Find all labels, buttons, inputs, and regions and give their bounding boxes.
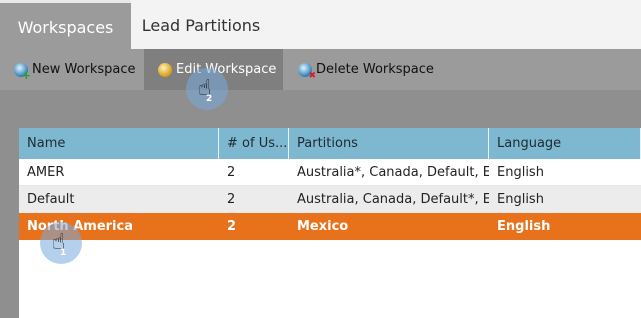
- cell-name: Default: [27, 192, 75, 207]
- click-callout-step-2: ☝ 2: [186, 68, 228, 110]
- cell-name: AMER: [27, 165, 65, 180]
- new-workspace-label: New Workspace: [32, 62, 136, 77]
- new-workspace-button[interactable]: New Workspace: [14, 49, 136, 90]
- column-header-users[interactable]: # of Us...: [219, 128, 289, 159]
- edit-globe-icon: [158, 62, 172, 77]
- table-row[interactable]: AMER 2 Australia*, Canada, Default, E...…: [19, 159, 641, 186]
- grid-header: Name # of Us... Partitions Language: [19, 128, 641, 159]
- cell-language: English: [497, 192, 544, 207]
- click-callout-step-1: ☝ 1: [40, 222, 82, 264]
- cell-partitions: Australia, Canada, Default*, E...: [297, 192, 489, 207]
- delete-workspace-label: Delete Workspace: [316, 62, 434, 77]
- tab-lead-partitions[interactable]: Lead Partitions: [131, 0, 271, 49]
- step-number: 2: [206, 94, 213, 104]
- cell-language: English: [497, 219, 551, 234]
- delete-workspace-button[interactable]: Delete Workspace: [298, 49, 434, 90]
- step-number: 1: [60, 248, 67, 258]
- add-globe-icon: [14, 62, 31, 81]
- column-header-name[interactable]: Name: [19, 128, 219, 159]
- column-header-language[interactable]: Language: [489, 128, 641, 159]
- cell-partitions: Mexico: [297, 219, 349, 234]
- column-header-partitions[interactable]: Partitions: [289, 128, 489, 159]
- toolbar: New Workspace Edit Workspace Delete Work…: [0, 49, 641, 90]
- table-row[interactable]: Default 2 Australia, Canada, Default*, E…: [19, 186, 641, 213]
- tab-bar: Workspaces Lead Partitions: [0, 0, 641, 49]
- cell-users: 2: [227, 219, 237, 234]
- table-row-selected[interactable]: North America 2 Mexico English: [19, 213, 641, 240]
- cell-users: 2: [227, 192, 236, 207]
- tab-workspaces[interactable]: Workspaces: [0, 0, 131, 49]
- delete-globe-icon: [298, 62, 316, 81]
- cell-users: 2: [227, 165, 236, 180]
- cell-language: English: [497, 165, 544, 180]
- cell-partitions: Australia*, Canada, Default, E...: [297, 165, 489, 180]
